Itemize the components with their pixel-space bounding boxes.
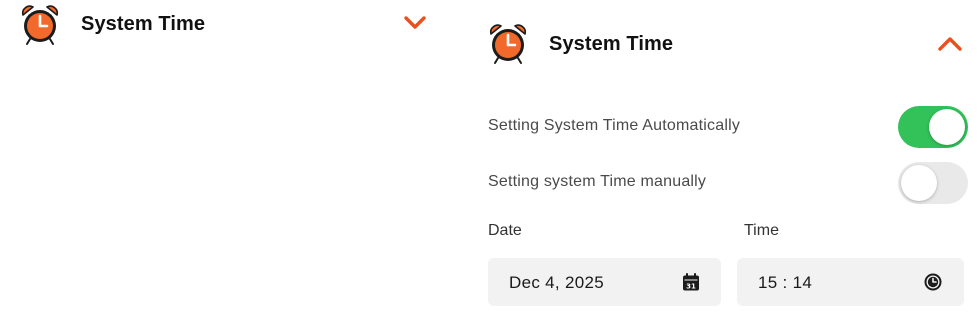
manual-time-label: Setting system Time manually	[488, 173, 707, 190]
screen: System Time System Time Setting System T…	[0, 0, 977, 331]
manual-time-toggle[interactable]	[898, 162, 968, 204]
section-title: System Time	[81, 13, 206, 35]
alarm-clock-icon	[21, 5, 59, 45]
date-value: Dec 4, 2025	[509, 273, 604, 292]
time-field[interactable]: 15 : 14	[737, 258, 964, 306]
chevron-down-icon[interactable]	[403, 14, 427, 32]
section-title: System Time	[549, 33, 674, 55]
date-label: Date	[488, 222, 522, 239]
calendar-icon[interactable]: 31	[681, 272, 701, 292]
system-time-expanded-panel: System Time Setting System Time Automati…	[470, 0, 977, 331]
time-label: Time	[744, 222, 779, 239]
auto-time-label: Setting System Time Automatically	[488, 117, 741, 134]
svg-text:31: 31	[686, 283, 696, 291]
auto-time-toggle[interactable]	[898, 106, 968, 148]
toggle-knob	[929, 109, 965, 145]
date-field[interactable]: Dec 4, 2025 31	[488, 258, 721, 306]
clock-icon[interactable]	[923, 272, 943, 292]
chevron-up-icon[interactable]	[937, 35, 963, 53]
alarm-clock-icon	[489, 24, 527, 64]
toggle-knob	[901, 165, 937, 201]
time-value: 15 : 14	[758, 273, 813, 292]
system-time-collapsed-header[interactable]: System Time	[0, 0, 440, 52]
